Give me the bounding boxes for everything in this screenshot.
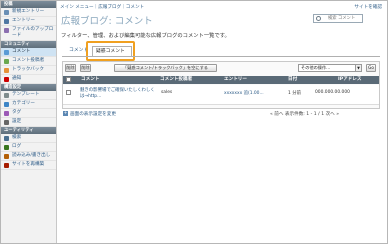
sidebar-item-label: コメント bbox=[12, 49, 31, 54]
sidebar-item-logs[interactable]: ログ bbox=[1, 143, 56, 152]
sidebar-item-new-entry[interactable]: 新規エントリー bbox=[1, 8, 56, 17]
tab-highlight bbox=[86, 41, 135, 61]
sidebar-item-label: 検索 bbox=[12, 135, 22, 140]
delete-all-button[interactable]: 削除 bbox=[80, 64, 91, 72]
delete-button[interactable]: 削除 bbox=[65, 64, 76, 72]
sidebar-section-community: コミュニティ bbox=[1, 41, 56, 48]
sidebar-item-label: テンプレート bbox=[12, 92, 40, 97]
search-icon[interactable] bbox=[316, 16, 321, 21]
sidebar-section-post: 投稿 bbox=[1, 1, 56, 8]
plus-icon[interactable]: + bbox=[63, 111, 68, 116]
commenter-icon bbox=[4, 59, 9, 64]
sidebar-item-upload[interactable]: ファイルのアップロード bbox=[1, 26, 56, 41]
empty-spam-button[interactable]: 「疑惑コメント/トラックバック」を空にする bbox=[114, 64, 217, 72]
sidebar-item-categories[interactable]: カテゴリー bbox=[1, 100, 56, 109]
column-header-date[interactable]: 日付 bbox=[288, 76, 297, 84]
sidebar-item-commenters[interactable]: コメント投稿者 bbox=[1, 57, 56, 66]
sidebar-item-comments[interactable]: コメント bbox=[1, 48, 56, 57]
comment-author[interactable]: sales bbox=[161, 90, 172, 95]
sidebar-item-templates[interactable]: テンプレート bbox=[1, 91, 56, 100]
sidebar-item-entries[interactable]: エントリー bbox=[1, 17, 56, 26]
page-description: フィルター、管理、および編集可能な広報ブログのコメント一覧です。 bbox=[61, 33, 230, 39]
breadcrumb[interactable]: メイン メニュー｜広報ブログ｜コメント bbox=[60, 4, 144, 10]
go-button[interactable]: Go bbox=[366, 64, 376, 72]
row-checkbox[interactable] bbox=[66, 90, 71, 95]
column-header-author[interactable]: コメント投稿者 bbox=[160, 76, 192, 84]
comment-date: 1 分前 bbox=[288, 91, 301, 96]
search-icon bbox=[4, 136, 9, 141]
select-all-checkbox[interactable] bbox=[66, 77, 71, 82]
sidebar-item-trackbacks[interactable]: トラックバック bbox=[1, 66, 56, 75]
tab-divider bbox=[62, 56, 380, 57]
sidebar-item-label: 設定 bbox=[12, 119, 22, 124]
sidebar-item-import-export[interactable]: 読み込み/書き出し bbox=[1, 152, 56, 161]
view-site-link[interactable]: サイトを確認 bbox=[354, 4, 382, 10]
sidebar-item-settings[interactable]: 設定 bbox=[1, 118, 56, 127]
sidebar-section-structure: 構造設定 bbox=[1, 84, 56, 91]
comment-icon bbox=[4, 50, 9, 55]
sidebar-item-rebuild[interactable]: サイトを再構築 bbox=[1, 161, 56, 170]
comment-ip: 000.000.00.000 bbox=[315, 90, 350, 95]
comment-text[interactable]: 魅きの影響場でご確保いたしくわしくは→http... bbox=[80, 88, 156, 100]
sidebar-item-label: カテゴリー bbox=[12, 101, 35, 106]
column-header-comment[interactable]: コメント bbox=[81, 76, 99, 84]
upload-icon bbox=[4, 28, 9, 33]
column-header-entry[interactable]: エントリー bbox=[224, 76, 247, 84]
comment-entry[interactable]: xxxxxxx 追(1.00... bbox=[224, 90, 264, 96]
sidebar-item-label: エントリー bbox=[12, 18, 35, 23]
notification-icon bbox=[4, 77, 9, 82]
table-row[interactable]: 魅きの影響場でご確保いたしくわしくは→http... sales xxxxxxx… bbox=[63, 85, 379, 105]
sidebar-item-tags[interactable]: タグ bbox=[1, 109, 56, 118]
settings-icon bbox=[4, 120, 9, 125]
table-header: コメント コメント投稿者 エントリー 日付 IPアドレス bbox=[63, 76, 379, 84]
log-icon bbox=[4, 145, 9, 150]
sidebar-item-label: トラックバック bbox=[12, 67, 44, 72]
display-options-link[interactable]: 画面の表示設定を変更 bbox=[70, 111, 116, 117]
template-icon bbox=[4, 93, 9, 98]
trackback-icon bbox=[4, 68, 9, 73]
action-select-value: その他の操作... bbox=[301, 65, 331, 70]
sidebar-item-label: コメント投稿者 bbox=[12, 58, 45, 63]
sidebar-item-label: タグ bbox=[12, 110, 22, 115]
new-entry-icon bbox=[4, 10, 9, 15]
sidebar: 投稿 新規エントリー エントリー ファイルのアップロード コミュニティ コメント… bbox=[1, 1, 57, 243]
sidebar-item-search[interactable]: 検索 bbox=[1, 134, 56, 143]
rebuild-icon bbox=[4, 163, 9, 168]
sidebar-item-label: ファイルのアップロード bbox=[12, 27, 54, 38]
page-title: 広報ブログ: コメント bbox=[61, 16, 153, 27]
sidebar-item-label: ログ bbox=[12, 144, 22, 149]
sidebar-item-label: 新規エントリー bbox=[12, 9, 45, 14]
pagination[interactable]: « 前へ 表示件数: 1 - 1 / 1 次へ » bbox=[270, 111, 339, 117]
tag-icon bbox=[4, 111, 9, 116]
sidebar-item-label: 読み込み/書き出し bbox=[12, 153, 51, 158]
import-export-icon bbox=[4, 154, 9, 159]
sidebar-item-notifications[interactable]: 通知 bbox=[1, 75, 56, 84]
category-icon bbox=[4, 102, 9, 107]
sidebar-item-label: サイトを再構築 bbox=[12, 162, 45, 167]
column-header-ip[interactable]: IPアドレス bbox=[338, 76, 361, 84]
action-select[interactable]: その他の操作... ▼ bbox=[298, 64, 362, 72]
chevron-down-icon: ▼ bbox=[355, 65, 361, 71]
sidebar-item-label: 通知 bbox=[12, 76, 22, 81]
entries-icon bbox=[4, 19, 9, 24]
sidebar-section-utilities: ユーティリティ bbox=[1, 127, 56, 134]
